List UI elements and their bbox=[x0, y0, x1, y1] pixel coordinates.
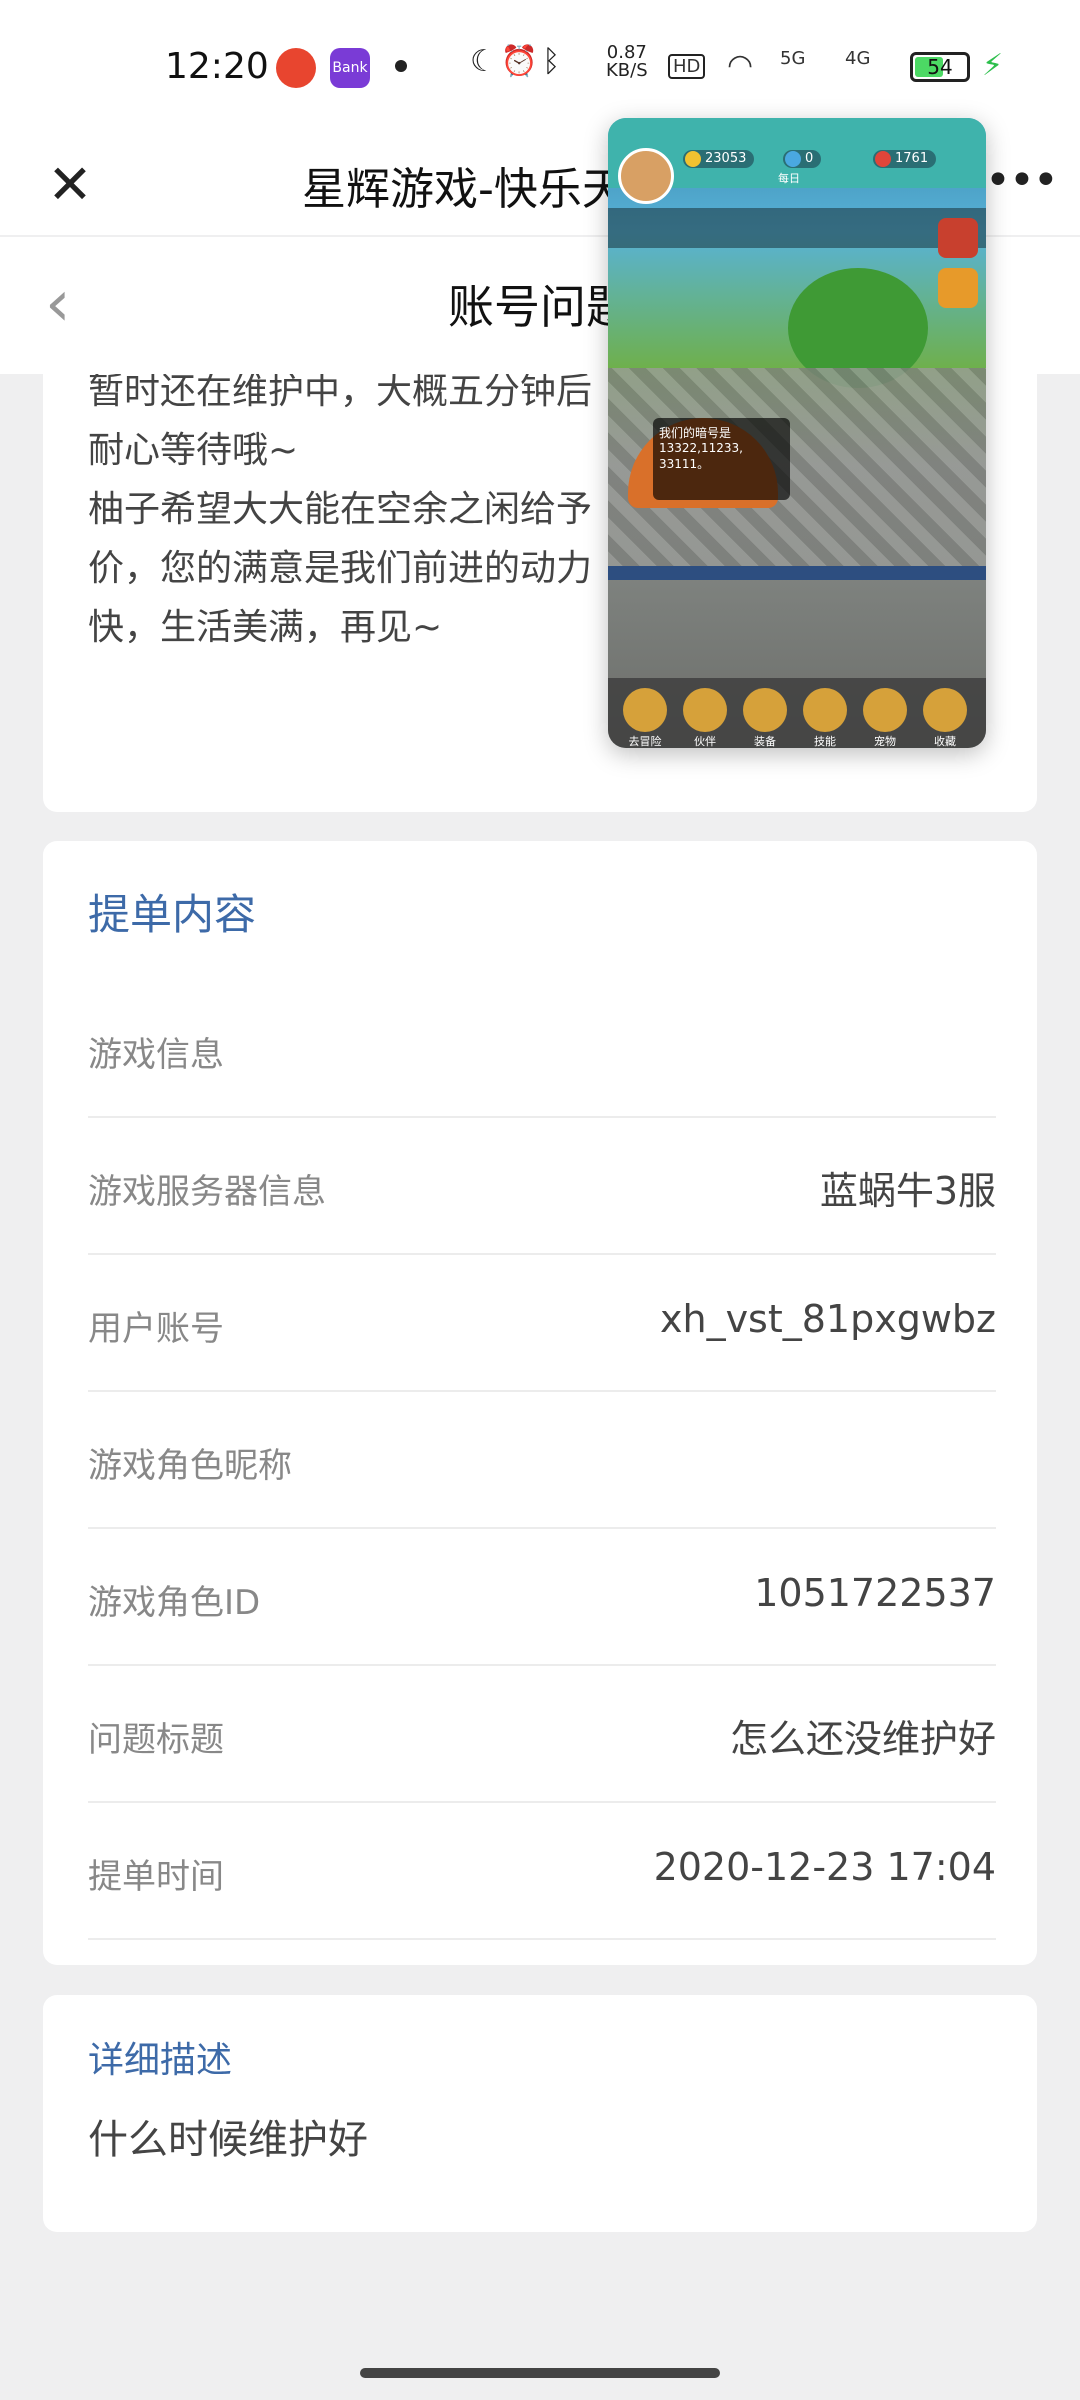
battery-level: 54 bbox=[927, 55, 953, 79]
heart-counter: 1761 bbox=[873, 150, 937, 168]
equipment-button-icon[interactable] bbox=[743, 688, 787, 732]
network-speed: 0.87 KB/S bbox=[606, 42, 648, 81]
wifi-icon: ◠ bbox=[727, 48, 754, 83]
daily-label: 每日 bbox=[778, 172, 800, 185]
player-avatar[interactable] bbox=[618, 148, 674, 204]
ticket-row-time: 提单时间 2020-12-23 17:04 bbox=[88, 1801, 996, 1940]
close-button[interactable]: ✕ bbox=[30, 145, 110, 225]
signal-4g: 4G bbox=[845, 48, 871, 69]
hd-badge: HD bbox=[668, 54, 706, 79]
adventure-button-icon[interactable] bbox=[623, 688, 667, 732]
gold-coin-icon bbox=[685, 151, 701, 167]
game-chat-bubble: 我们的暗号是 13322,11233, 33111。 bbox=[653, 418, 790, 500]
reply-line: 柚子希望大大能在空余之闲给予 bbox=[88, 489, 593, 530]
battery-icon: 54 bbox=[910, 52, 970, 82]
game-menu-icons[interactable] bbox=[608, 208, 986, 248]
gem-counter: 0 bbox=[783, 150, 822, 168]
more-options-icon[interactable]: ••• bbox=[985, 155, 1059, 206]
experience-bar bbox=[608, 566, 986, 580]
description-text: 什么时候维护好 bbox=[88, 2117, 368, 2163]
ticket-section-title: 提单内容 bbox=[88, 890, 257, 939]
ticket-card: 提单内容 游戏信息 游戏服务器信息 蓝蜗牛3服 用户账号 xh_vst_81px… bbox=[43, 841, 1037, 1965]
signal-5g: 5G bbox=[780, 48, 806, 69]
bluetooth-icon: ᛒ bbox=[542, 44, 565, 79]
status-icons: ☾⏰ᛒ bbox=[470, 44, 564, 79]
description-title: 详细描述 bbox=[88, 2040, 233, 2081]
partner-button-icon[interactable] bbox=[683, 688, 727, 732]
page-title: 账号问题 bbox=[448, 280, 632, 334]
side-event-icon[interactable] bbox=[938, 218, 978, 258]
ticket-row-role-id: 游戏角色ID 1051722537 bbox=[88, 1527, 996, 1666]
status-bar: 12:20 Bank ☾⏰ᛒ 0.87 KB/S HD ◠ 5G 4G 54 ⚡ bbox=[0, 0, 1080, 135]
equipment-label: 装备 bbox=[754, 735, 776, 748]
home-indicator[interactable] bbox=[360, 2368, 720, 2378]
pet-button-icon[interactable] bbox=[863, 688, 907, 732]
reply-line: 耐心等待哦~ bbox=[88, 430, 299, 471]
reply-line: 价，您的满意是我们前进的动力 bbox=[88, 548, 593, 589]
collection-label: 收藏 bbox=[934, 735, 956, 748]
gem-icon bbox=[785, 151, 801, 167]
ticket-row-account: 用户账号 xh_vst_81pxgwbz bbox=[88, 1253, 996, 1392]
reply-line: 暂时还在维护中，大概五分钟后 bbox=[88, 374, 593, 412]
ticket-row-nickname: 游戏角色昵称 bbox=[88, 1390, 996, 1529]
ticket-row-server: 游戏服务器信息 蓝蜗牛3服 bbox=[88, 1116, 996, 1255]
moon-icon: ☾ bbox=[470, 44, 501, 79]
ticket-row-title: 问题标题 怎么还没维护好 bbox=[88, 1664, 996, 1803]
charging-icon: ⚡ bbox=[982, 48, 1004, 83]
clock: 12:20 bbox=[165, 46, 269, 87]
skill-button-icon[interactable] bbox=[803, 688, 847, 732]
gold-counter: 23053 bbox=[683, 150, 755, 168]
back-button[interactable]: ‹ bbox=[45, 269, 115, 339]
skill-label: 技能 bbox=[814, 735, 836, 748]
reply-line: 快，生活美满，再见~ bbox=[88, 607, 443, 648]
more-notifications-dot bbox=[395, 60, 407, 72]
heart-icon bbox=[875, 151, 891, 167]
pet-label: 宠物 bbox=[874, 735, 896, 748]
notification-app-icon bbox=[276, 48, 316, 88]
floating-game-window[interactable]: 23053 0 1761 每日 我们的暗号是 13322,11233, 3311… bbox=[608, 118, 986, 748]
description-card: 详细描述 什么时候维护好 bbox=[43, 1995, 1037, 2232]
adventure-label: 去冒险 bbox=[628, 735, 662, 748]
bank-app-icon: Bank bbox=[330, 48, 370, 88]
ticket-row-game-info: 游戏信息 bbox=[88, 979, 996, 1118]
collection-button-icon[interactable] bbox=[923, 688, 967, 732]
partner-label: 伙伴 bbox=[694, 735, 716, 748]
app-title: 星辉游戏-快乐天 bbox=[302, 164, 626, 215]
alarm-icon: ⏰ bbox=[500, 44, 543, 79]
side-home-icon[interactable] bbox=[938, 268, 978, 308]
